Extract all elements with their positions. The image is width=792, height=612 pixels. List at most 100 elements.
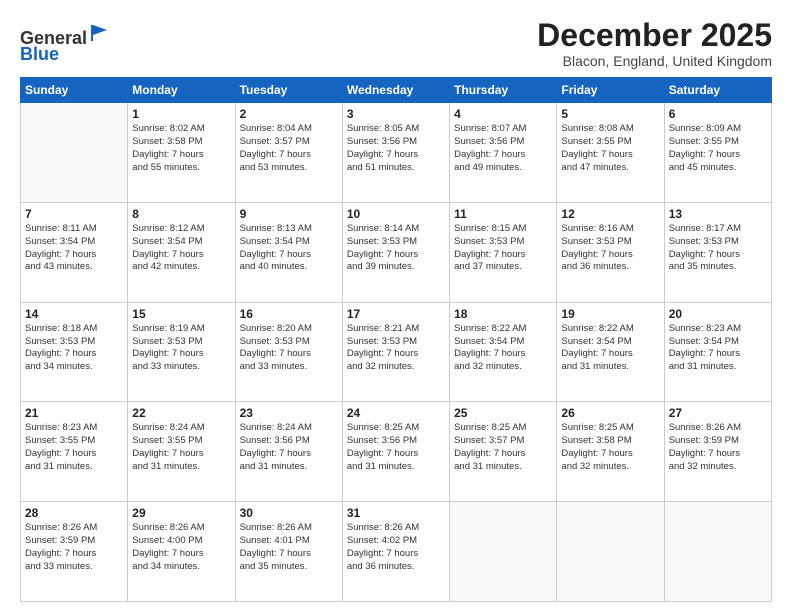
- table-row: 29 Sunrise: 8:26 AM Sunset: 4:00 PM Dayli…: [128, 502, 235, 602]
- day-info: Sunrise: 8:09 AM Sunset: 3:55 PM Dayligh…: [669, 123, 767, 174]
- table-row: 11 Sunrise: 8:15 AM Sunset: 3:53 PM Dayli…: [450, 202, 557, 302]
- table-row: 9Sunrise: 8:13 AM Sunset: 3:54 PM Daylig…: [235, 202, 342, 302]
- table-row: [21, 103, 128, 203]
- calendar-week-row: 7 Sunrise: 8:11 AM Sunset: 3:54 PM Daylig…: [21, 202, 772, 302]
- day-info: Sunrise: 8:25 AM Sunset: 3:56 PM Dayligh…: [347, 422, 445, 473]
- table-row: 12 Sunrise: 8:16 AM Sunset: 3:53 PM Dayli…: [557, 202, 664, 302]
- table-row: 4 Sunrise: 8:07 AM Sunset: 3:56 PM Daylig…: [450, 103, 557, 203]
- table-row: 30 Sunrise: 8:26 AM Sunset: 4:01 PM Dayli…: [235, 502, 342, 602]
- day-number: 16: [240, 307, 338, 321]
- day-info: Sunrise: 8:26 AM Sunset: 4:01 PM Dayligh…: [240, 522, 338, 573]
- table-row: 5 Sunrise: 8:08 AM Sunset: 3:55 PM Daylig…: [557, 103, 664, 203]
- table-row: 23 Sunrise: 8:24 AM Sunset: 3:56 PM Dayli…: [235, 402, 342, 502]
- day-number: 1: [132, 107, 230, 121]
- day-number: 25: [454, 406, 552, 420]
- table-row: 21 Sunrise: 8:23 AM Sunset: 3:55 PM Dayli…: [21, 402, 128, 502]
- day-info: Sunrise: 8:13 AM Sunset: 3:54 PM Dayligh…: [240, 223, 338, 274]
- day-number: 18: [454, 307, 552, 321]
- table-row: 20Sunrise: 8:23 AM Sunset: 3:54 PM Dayli…: [664, 302, 771, 402]
- table-row: 2Sunrise: 8:04 AM Sunset: 3:57 PM Daylig…: [235, 103, 342, 203]
- table-row: 25 Sunrise: 8:25 AM Sunset: 3:57 PM Dayli…: [450, 402, 557, 502]
- logo: General Blue: [20, 22, 111, 65]
- table-row: 28 Sunrise: 8:26 AM Sunset: 3:59 PM Dayli…: [21, 502, 128, 602]
- table-row: 16Sunrise: 8:20 AM Sunset: 3:53 PM Dayli…: [235, 302, 342, 402]
- day-info: Sunrise: 8:25 AM Sunset: 3:57 PM Dayligh…: [454, 422, 552, 473]
- day-number: 26: [561, 406, 659, 420]
- table-row: 7 Sunrise: 8:11 AM Sunset: 3:54 PM Daylig…: [21, 202, 128, 302]
- day-info: Sunrise: 8:16 AM Sunset: 3:53 PM Dayligh…: [561, 223, 659, 274]
- table-row: 24 Sunrise: 8:25 AM Sunset: 3:56 PM Dayli…: [342, 402, 449, 502]
- table-row: [664, 502, 771, 602]
- table-row: 1 Sunrise: 8:02 AM Sunset: 3:58 PM Daylig…: [128, 103, 235, 203]
- day-info: Sunrise: 8:11 AM Sunset: 3:54 PM Dayligh…: [25, 223, 123, 274]
- month-title: December 2025: [537, 18, 772, 53]
- day-number: 19: [561, 307, 659, 321]
- header: General Blue December 2025 Blacon, Engla…: [20, 18, 772, 69]
- calendar-week-row: 1 Sunrise: 8:02 AM Sunset: 3:58 PM Daylig…: [21, 103, 772, 203]
- day-info: Sunrise: 8:26 AM Sunset: 4:00 PM Dayligh…: [132, 522, 230, 573]
- day-info: Sunrise: 8:14 AM Sunset: 3:53 PM Dayligh…: [347, 223, 445, 274]
- day-info: Sunrise: 8:12 AM Sunset: 3:54 PM Dayligh…: [132, 223, 230, 274]
- table-row: [450, 502, 557, 602]
- day-info: Sunrise: 8:08 AM Sunset: 3:55 PM Dayligh…: [561, 123, 659, 174]
- col-friday: Friday: [557, 78, 664, 103]
- table-row: 14Sunrise: 8:18 AM Sunset: 3:53 PM Dayli…: [21, 302, 128, 402]
- day-number: 28: [25, 506, 123, 520]
- day-number: 13: [669, 207, 767, 221]
- col-wednesday: Wednesday: [342, 78, 449, 103]
- table-row: 22Sunrise: 8:24 AM Sunset: 3:55 PM Dayli…: [128, 402, 235, 502]
- day-number: 15: [132, 307, 230, 321]
- day-number: 23: [240, 406, 338, 420]
- day-number: 31: [347, 506, 445, 520]
- day-number: 7: [25, 207, 123, 221]
- day-number: 10: [347, 207, 445, 221]
- page: General Blue December 2025 Blacon, Engla…: [0, 0, 792, 612]
- table-row: 18 Sunrise: 8:22 AM Sunset: 3:54 PM Dayli…: [450, 302, 557, 402]
- day-number: 21: [25, 406, 123, 420]
- location: Blacon, England, United Kingdom: [537, 53, 772, 69]
- table-row: 6 Sunrise: 8:09 AM Sunset: 3:55 PM Daylig…: [664, 103, 771, 203]
- day-info: Sunrise: 8:07 AM Sunset: 3:56 PM Dayligh…: [454, 123, 552, 174]
- table-row: 26Sunrise: 8:25 AM Sunset: 3:58 PM Dayli…: [557, 402, 664, 502]
- day-info: Sunrise: 8:26 AM Sunset: 3:59 PM Dayligh…: [25, 522, 123, 573]
- day-info: Sunrise: 8:05 AM Sunset: 3:56 PM Dayligh…: [347, 123, 445, 174]
- title-block: December 2025 Blacon, England, United Ki…: [537, 18, 772, 69]
- calendar-week-row: 14Sunrise: 8:18 AM Sunset: 3:53 PM Dayli…: [21, 302, 772, 402]
- col-tuesday: Tuesday: [235, 78, 342, 103]
- table-row: 19 Sunrise: 8:22 AM Sunset: 3:54 PM Dayli…: [557, 302, 664, 402]
- day-number: 27: [669, 406, 767, 420]
- day-info: Sunrise: 8:22 AM Sunset: 3:54 PM Dayligh…: [454, 323, 552, 374]
- table-row: 15Sunrise: 8:19 AM Sunset: 3:53 PM Dayli…: [128, 302, 235, 402]
- logo-blue-text: Blue: [20, 44, 59, 64]
- col-sunday: Sunday: [21, 78, 128, 103]
- day-info: Sunrise: 8:23 AM Sunset: 3:55 PM Dayligh…: [25, 422, 123, 473]
- day-number: 11: [454, 207, 552, 221]
- day-number: 5: [561, 107, 659, 121]
- col-saturday: Saturday: [664, 78, 771, 103]
- day-info: Sunrise: 8:04 AM Sunset: 3:57 PM Dayligh…: [240, 123, 338, 174]
- day-number: 12: [561, 207, 659, 221]
- day-number: 29: [132, 506, 230, 520]
- day-info: Sunrise: 8:02 AM Sunset: 3:58 PM Dayligh…: [132, 123, 230, 174]
- day-number: 30: [240, 506, 338, 520]
- day-info: Sunrise: 8:23 AM Sunset: 3:54 PM Dayligh…: [669, 323, 767, 374]
- table-row: 8Sunrise: 8:12 AM Sunset: 3:54 PM Daylig…: [128, 202, 235, 302]
- day-number: 6: [669, 107, 767, 121]
- table-row: 27 Sunrise: 8:26 AM Sunset: 3:59 PM Dayli…: [664, 402, 771, 502]
- day-info: Sunrise: 8:15 AM Sunset: 3:53 PM Dayligh…: [454, 223, 552, 274]
- table-row: 31Sunrise: 8:26 AM Sunset: 4:02 PM Dayli…: [342, 502, 449, 602]
- calendar-table: Sunday Monday Tuesday Wednesday Thursday…: [20, 77, 772, 602]
- day-info: Sunrise: 8:17 AM Sunset: 3:53 PM Dayligh…: [669, 223, 767, 274]
- table-row: 13 Sunrise: 8:17 AM Sunset: 3:53 PM Dayli…: [664, 202, 771, 302]
- day-number: 3: [347, 107, 445, 121]
- day-number: 17: [347, 307, 445, 321]
- calendar-week-row: 21 Sunrise: 8:23 AM Sunset: 3:55 PM Dayli…: [21, 402, 772, 502]
- table-row: 3 Sunrise: 8:05 AM Sunset: 3:56 PM Daylig…: [342, 103, 449, 203]
- day-info: Sunrise: 8:26 AM Sunset: 3:59 PM Dayligh…: [669, 422, 767, 473]
- day-info: Sunrise: 8:22 AM Sunset: 3:54 PM Dayligh…: [561, 323, 659, 374]
- col-thursday: Thursday: [450, 78, 557, 103]
- table-row: [557, 502, 664, 602]
- day-number: 24: [347, 406, 445, 420]
- day-number: 4: [454, 107, 552, 121]
- day-info: Sunrise: 8:24 AM Sunset: 3:56 PM Dayligh…: [240, 422, 338, 473]
